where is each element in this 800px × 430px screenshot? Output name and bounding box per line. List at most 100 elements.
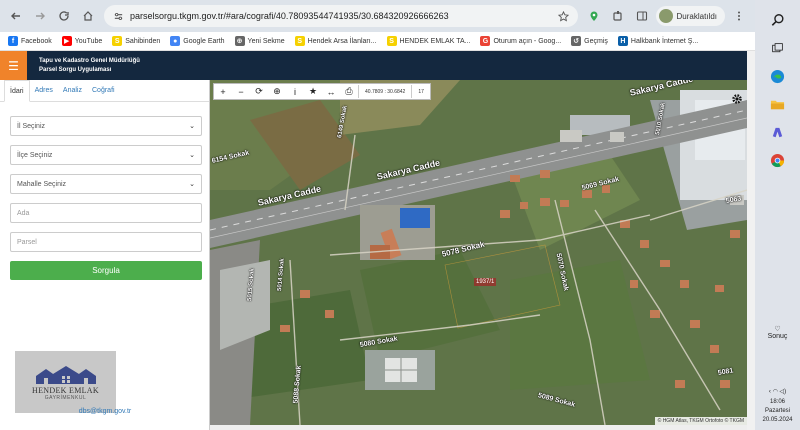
zoom-out-icon[interactable]: −: [232, 84, 250, 99]
houses-logo-icon: [35, 365, 96, 384]
google-earth-icon: ●: [170, 36, 181, 46]
facebook-icon: f: [8, 36, 18, 46]
ilce-select-value: İlçe Seçiniz: [17, 151, 53, 159]
copilot-icon[interactable]: [770, 124, 786, 140]
locate-icon[interactable]: ⊕: [268, 84, 286, 99]
ada-placeholder: Ada: [17, 209, 30, 217]
bookmark-label: Yeni Sekme: [247, 37, 285, 45]
menu-dots-icon[interactable]: [729, 6, 749, 26]
tab-item[interactable]: Coğrafi: [87, 80, 120, 101]
sidebar-icon[interactable]: [632, 6, 652, 26]
bookmark-label: Halkbank İnternet Ş...: [630, 37, 699, 45]
profile-name: Duraklatıldı: [676, 11, 717, 21]
wifi-icon[interactable]: ◠: [773, 389, 778, 395]
bookmark-item[interactable]: S HENDEK EMLAK TA...: [386, 36, 470, 46]
task-view-icon[interactable]: [770, 40, 786, 56]
chrome-icon[interactable]: [770, 152, 786, 168]
chevron-down-icon: ⌄: [189, 152, 195, 159]
app-title-line1: Tapu ve Kadastro Genel Müdürlüğü: [39, 57, 140, 64]
clock-date: 20.05.2024: [762, 417, 793, 423]
address-bar[interactable]: parselsorgu.tkgm.gov.tr/#ara/cografi/40.…: [104, 5, 578, 27]
zoom-in-icon[interactable]: +: [214, 84, 232, 99]
back-icon[interactable]: [6, 6, 26, 26]
bookmark-label: Oturum açın - Goog...: [493, 37, 562, 45]
site-info-icon[interactable]: [112, 10, 124, 22]
parcel-label[interactable]: 1937/1: [474, 278, 497, 286]
map-view[interactable]: + − ⟳ ⊕ i ★ ↔ ⎙ 40.7809 : 30.6842 17 Sak…: [210, 80, 747, 425]
reload-icon[interactable]: [54, 6, 74, 26]
bookmark-label: YouTube: [74, 37, 103, 45]
horizontal-scrollbar[interactable]: [210, 425, 747, 430]
profile-button[interactable]: Duraklatıldı: [655, 6, 725, 26]
bookmark-item[interactable]: ⊕ Yeni Sekme: [234, 36, 285, 46]
tab-item[interactable]: İdari: [4, 80, 30, 102]
query-form: İl Seçiniz ⌄ İlçe Seçiniz ⌄ Mahalle Seçi…: [0, 102, 209, 280]
coordinate-readout: 40.7809 : 30.6842: [358, 85, 411, 98]
tab-item[interactable]: Analiz: [58, 80, 87, 101]
print-icon[interactable]: ⎙: [340, 84, 358, 99]
measure-icon[interactable]: ↔: [322, 84, 340, 99]
search-result-text: Sonuç: [767, 333, 788, 340]
bookmark-item[interactable]: f Facebook: [8, 36, 52, 46]
windows-taskbar: ♡ Sonuç ‹ ◠ ◁) 18:06 Pazartesi 20.05.202…: [755, 0, 800, 430]
app-header: ☰ Tapu ve Kadastro Genel Müdürlüğü Parse…: [0, 51, 747, 80]
tab-item[interactable]: Adres: [30, 80, 58, 101]
watermark-logo: HENDEK EMLAK GAYRİMENKUL: [15, 351, 116, 413]
panel-tabs: İdari Adres Analiz Coğrafi: [0, 80, 209, 102]
ilce-select[interactable]: İlçe Seçiniz ⌄: [10, 145, 202, 165]
bookmarks-bar: f Facebook ▶ YouTube S Sahibinden ● Google Eart…: [0, 32, 755, 51]
sahibinden-icon: S: [112, 36, 123, 46]
globe-icon: ⊕: [234, 36, 245, 46]
mahalle-select[interactable]: Mahalle Seçiniz ⌄: [10, 174, 202, 194]
search-result-label: ♡ Sonuç: [755, 325, 800, 340]
bookmark-item[interactable]: S Sahibinden: [112, 36, 160, 46]
bookmark-item[interactable]: ↺ Geçmiş: [571, 36, 608, 46]
bookmark-star-icon[interactable]: [558, 10, 570, 22]
refresh-icon[interactable]: ⟳: [250, 84, 268, 99]
volume-icon[interactable]: ◁): [779, 389, 786, 395]
chevron-left-icon[interactable]: ‹: [769, 389, 771, 395]
system-tray[interactable]: ‹ ◠ ◁): [755, 388, 800, 395]
bookmark-item[interactable]: H Halkbank İnternet Ş...: [617, 36, 699, 46]
bookmark-item[interactable]: ▶ YouTube: [61, 36, 103, 46]
bookmark-label: Facebook: [21, 37, 52, 45]
maps-extension-icon[interactable]: [584, 6, 604, 26]
map-toolbar: + − ⟳ ⊕ i ★ ↔ ⎙ 40.7809 : 30.6842 17: [213, 83, 431, 100]
system-clock[interactable]: 18:06 Pazartesi 20.05.2024: [755, 398, 800, 425]
google-icon: G: [480, 36, 491, 46]
bookmark-item[interactable]: ● Google Earth: [170, 36, 225, 46]
forward-icon[interactable]: [30, 6, 50, 26]
search-icon[interactable]: [770, 12, 786, 28]
parsel-placeholder: Parsel: [17, 238, 37, 246]
avatar: [658, 9, 673, 23]
edge-browser-icon[interactable]: [770, 68, 786, 84]
bookmark-item[interactable]: S Hendek Arsa İlanları...: [294, 36, 377, 46]
sorgula-button[interactable]: Sorgula: [10, 261, 202, 280]
favorite-star-icon[interactable]: ★: [304, 84, 322, 99]
mahalle-select-value: Mahalle Seçiniz: [17, 180, 67, 188]
history-icon: ↺: [571, 36, 582, 46]
logo-text: HENDEK EMLAK: [32, 385, 99, 395]
info-icon[interactable]: i: [286, 84, 304, 99]
ada-input[interactable]: Ada: [10, 203, 202, 223]
il-select-value: İl Seçiniz: [17, 122, 46, 130]
browser-toolbar: parselsorgu.tkgm.gov.tr/#ara/cografi/40.…: [0, 0, 755, 32]
bookmark-label: Hendek Arsa İlanları...: [307, 37, 377, 45]
hamburger-menu-icon[interactable]: ☰: [0, 51, 27, 80]
sahibinden-icon: S: [386, 36, 397, 46]
il-select[interactable]: İl Seçiniz ⌄: [10, 116, 202, 136]
vertical-scrollbar[interactable]: [747, 51, 755, 430]
url-text[interactable]: parselsorgu.tkgm.gov.tr/#ara/cografi/40.…: [130, 11, 552, 21]
logo-subtext: GAYRİMENKUL: [44, 394, 87, 401]
home-icon[interactable]: [78, 6, 98, 26]
bookmark-item[interactable]: G Oturum açın - Goog...: [480, 36, 561, 46]
app-title-line2: Parsel Sorgu Uygulaması: [39, 66, 112, 73]
extensions-icon[interactable]: [608, 6, 628, 26]
parsel-input[interactable]: Parsel: [10, 232, 202, 252]
settings-gear-icon[interactable]: [731, 93, 743, 105]
contact-email-link[interactable]: dbs@tkgm.gov.tr: [0, 408, 210, 415]
bookmark-label: Google Earth: [183, 37, 225, 45]
file-explorer-icon[interactable]: [770, 96, 786, 112]
zoom-level: 17: [411, 85, 430, 98]
app-title: Tapu ve Kadastro Genel Müdürlüğü Parsel …: [27, 57, 140, 75]
